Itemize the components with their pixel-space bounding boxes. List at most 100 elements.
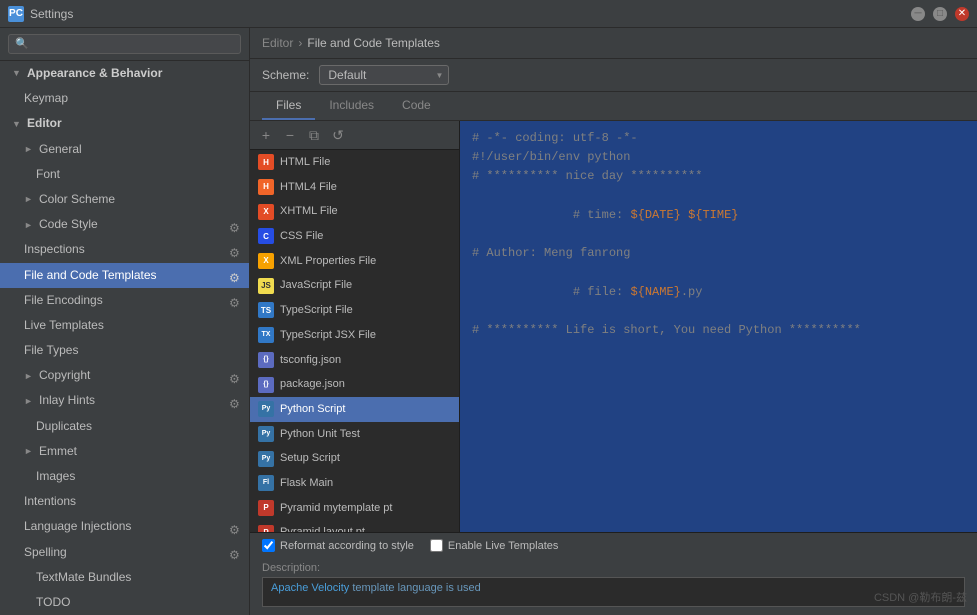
- sidebar-item-label: Spelling: [24, 543, 67, 562]
- tab-code[interactable]: Code: [388, 92, 445, 120]
- sidebar-item-label: Live Templates: [24, 316, 104, 335]
- code-line: # time: ${DATE} ${TIME}: [472, 187, 965, 245]
- list-item[interactable]: {} package.json: [250, 372, 459, 397]
- sidebar-item-label: Keymap: [24, 89, 68, 108]
- gear-icon-fct: ⚙: [229, 269, 241, 281]
- sidebar-item-appearance[interactable]: ▼ Appearance & Behavior: [0, 61, 249, 86]
- sidebar-item-duplicates[interactable]: Duplicates: [0, 414, 249, 439]
- sidebar-item-label: Inspections: [24, 240, 85, 259]
- maximize-button[interactable]: □: [933, 7, 947, 21]
- file-type-icon-js: JS: [258, 278, 274, 294]
- file-type-icon-html4: H: [258, 179, 274, 195]
- file-type-icon-setup: Py: [258, 451, 274, 467]
- add-template-button[interactable]: +: [256, 125, 276, 145]
- sidebar-item-label: Copyright: [39, 366, 90, 385]
- list-item[interactable]: TX TypeScript JSX File: [250, 323, 459, 348]
- list-item[interactable]: JS JavaScript File: [250, 273, 459, 298]
- sidebar-item-inlay-hints[interactable]: ► Inlay Hints ⚙: [0, 388, 249, 413]
- apache-velocity-link[interactable]: Apache Velocity: [271, 582, 349, 594]
- list-item[interactable]: Fl Flask Main: [250, 471, 459, 496]
- sidebar-item-images[interactable]: Images: [0, 464, 249, 489]
- live-templates-checkbox-label[interactable]: Enable Live Templates: [430, 539, 558, 552]
- sidebar-item-spelling[interactable]: Spelling ⚙: [0, 540, 249, 565]
- file-type-icon-pyr1: P: [258, 500, 274, 516]
- sidebar-item-label: Inlay Hints: [39, 391, 95, 410]
- gear-icon-inspections: ⚙: [229, 244, 241, 256]
- sidebar-item-live-templates[interactable]: Live Templates: [0, 313, 249, 338]
- sidebar-item-label: File Types: [24, 341, 78, 360]
- list-item[interactable]: {} tsconfig.json: [250, 348, 459, 373]
- sidebar-item-file-types[interactable]: File Types: [0, 338, 249, 363]
- list-item[interactable]: X XHTML File: [250, 199, 459, 224]
- file-type-icon-flask: Fl: [258, 475, 274, 491]
- sidebar-item-file-encodings[interactable]: File Encodings ⚙: [0, 288, 249, 313]
- settings-window: PC Settings ─ □ ✕ ▼ Appearance & Behavio…: [0, 0, 977, 615]
- file-item-label: CSS File: [280, 227, 323, 246]
- live-templates-checkbox[interactable]: [430, 539, 443, 552]
- live-templates-label: Enable Live Templates: [448, 540, 558, 552]
- list-item[interactable]: Py Python Unit Test: [250, 422, 459, 447]
- gear-icon-spelling: ⚙: [229, 546, 241, 558]
- tab-includes[interactable]: Includes: [315, 92, 388, 120]
- file-item-label: Pyramid layout pt: [280, 523, 365, 532]
- list-item[interactable]: P Pyramid layout pt: [250, 520, 459, 532]
- reformat-checkbox[interactable]: [262, 539, 275, 552]
- gear-icon-lang-inj: ⚙: [229, 521, 241, 533]
- sidebar-item-copyright[interactable]: ► Copyright ⚙: [0, 363, 249, 388]
- scheme-select[interactable]: Default: [319, 65, 449, 85]
- sidebar-item-intentions[interactable]: Intentions: [0, 489, 249, 514]
- sidebar-item-emmet[interactable]: ► Emmet: [0, 439, 249, 464]
- sidebar-item-todo[interactable]: TODO: [0, 590, 249, 615]
- sidebar-item-general[interactable]: ► General: [0, 137, 249, 162]
- sidebar-item-label: File and Code Templates: [24, 266, 157, 285]
- description-label: Description:: [262, 562, 965, 574]
- copy-template-button[interactable]: ⧉: [304, 125, 324, 145]
- minimize-button[interactable]: ─: [911, 7, 925, 21]
- tab-files[interactable]: Files: [262, 92, 315, 120]
- description-text: template language is used: [352, 582, 480, 594]
- editor-area: + − ⧉ ↺ H HTML File H HTML4 File X: [250, 121, 977, 532]
- breadcrumb: Editor › File and Code Templates: [250, 28, 977, 59]
- sidebar-item-editor[interactable]: ▼ Editor: [0, 111, 249, 136]
- sidebar-item-file-code-templates[interactable]: File and Code Templates ⚙: [0, 263, 249, 288]
- list-item[interactable]: H HTML4 File: [250, 175, 459, 200]
- list-item[interactable]: P Pyramid mytemplate pt: [250, 496, 459, 521]
- file-item-label: XHTML File: [280, 202, 338, 221]
- search-box: [0, 28, 249, 61]
- file-type-icon-tsconfig: {}: [258, 352, 274, 368]
- sidebar-item-label: Language Injections: [24, 517, 131, 536]
- file-item-label: HTML4 File: [280, 178, 337, 197]
- file-type-icon-unit-test: Py: [258, 426, 274, 442]
- main-panel: Editor › File and Code Templates Scheme:…: [250, 28, 977, 615]
- sidebar-item-label: File Encodings: [24, 291, 103, 310]
- list-item[interactable]: X XML Properties File: [250, 249, 459, 274]
- reset-template-button[interactable]: ↺: [328, 125, 348, 145]
- code-content[interactable]: # -*- coding: utf-8 -*- #!/user/bin/env …: [460, 121, 977, 532]
- close-button[interactable]: ✕: [955, 7, 969, 21]
- sidebar-item-keymap[interactable]: Keymap: [0, 86, 249, 111]
- file-item-label: Pyramid mytemplate pt: [280, 499, 392, 518]
- list-item[interactable]: TS TypeScript File: [250, 298, 459, 323]
- tree-arrow-emmet: ►: [24, 444, 34, 458]
- list-item[interactable]: Py Setup Script: [250, 446, 459, 471]
- tree-arrow-inlayhints: ►: [24, 394, 34, 408]
- tabs-bar: Files Includes Code: [250, 92, 977, 121]
- file-toolbar: + − ⧉ ↺: [250, 121, 459, 150]
- list-item[interactable]: C CSS File: [250, 224, 459, 249]
- file-item-label: Python Unit Test: [280, 425, 360, 444]
- sidebar-item-language-injections[interactable]: Language Injections ⚙: [0, 514, 249, 539]
- sidebar-item-code-style[interactable]: ► Code Style ⚙: [0, 212, 249, 237]
- sidebar-item-inspections[interactable]: Inspections ⚙: [0, 237, 249, 262]
- search-input[interactable]: [8, 34, 241, 54]
- code-line: # Author: Meng fanrong: [472, 244, 965, 263]
- description-area: Description: Apache Velocity template la…: [250, 558, 977, 615]
- app-icon: PC: [8, 6, 24, 22]
- file-type-icon-py: Py: [258, 401, 274, 417]
- sidebar-item-color-scheme[interactable]: ► Color Scheme: [0, 187, 249, 212]
- remove-template-button[interactable]: −: [280, 125, 300, 145]
- list-item-python-script[interactable]: Py Python Script: [250, 397, 459, 422]
- sidebar-item-textmate[interactable]: TextMate Bundles: [0, 565, 249, 590]
- reformat-checkbox-label[interactable]: Reformat according to style: [262, 539, 414, 552]
- sidebar-item-font[interactable]: Font: [0, 162, 249, 187]
- list-item[interactable]: H HTML File: [250, 150, 459, 175]
